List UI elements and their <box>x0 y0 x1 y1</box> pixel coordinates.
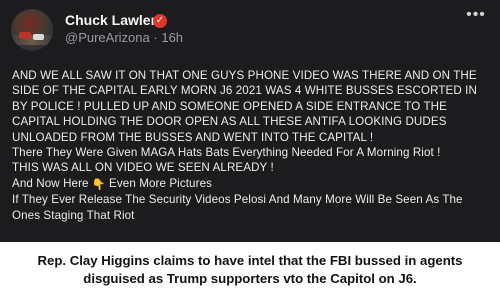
social-post-card: Chuck Lawler ✓ @PureArizona · 16h ••• AN… <box>0 0 500 242</box>
verified-badge-icon: ✓ <box>153 14 167 28</box>
post-body-line-with-emoji: And Now Here 👇 Even More Pictures <box>12 176 496 192</box>
post-body-line: CAPITAL HOLDING THE DOOR OPEN AS ALL THE… <box>12 115 447 129</box>
author-avatar[interactable] <box>11 9 53 51</box>
post-body-line: UNLOADED FROM THE BUSSES AND WENT INTO T… <box>12 130 374 144</box>
post-body: AND WE ALL SAW IT ON THAT ONE GUYS PHONE… <box>12 68 496 223</box>
caption-line: disguised as Trump supporters vto the Ca… <box>83 271 417 286</box>
post-timestamp[interactable]: 16h <box>161 30 183 45</box>
image-caption: Rep. Clay Higgins claims to have intel t… <box>0 252 500 288</box>
even-more-text: Even More Pictures <box>109 176 213 190</box>
post-body-line: BY POLICE ! PULLED UP AND SOMEONE OPENED… <box>12 99 447 113</box>
post-body-line: THIS WAS ALL ON VIDEO WE SEEN ALREADY ! <box>12 161 274 175</box>
pointing-down-icon: 👇 <box>91 178 106 191</box>
avatar-red-car <box>19 32 31 39</box>
post-body-line: If They Ever Release The Security Videos… <box>12 193 463 207</box>
meta-separator: · <box>153 30 158 45</box>
author-meta: @PureArizona · 16h <box>65 30 183 46</box>
author-name[interactable]: Chuck Lawler <box>65 12 156 29</box>
avatar-white-car <box>33 34 44 40</box>
post-body-line: Ones Staging That Riot <box>12 208 135 222</box>
post-body-line: AND WE ALL SAW IT ON THAT ONE GUYS PHONE… <box>12 69 477 82</box>
more-options-icon[interactable]: ••• <box>465 7 487 23</box>
and-now-text: And Now Here <box>12 176 89 190</box>
avatar-road <box>11 35 53 45</box>
post-body-line: There They Were Given MAGA Hats Bats Eve… <box>12 146 441 160</box>
caption-line: Rep. Clay Higgins claims to have intel t… <box>37 253 463 268</box>
post-body-line: SIDE OF THE CAPITAL EARLY MORN J6 2021 W… <box>12 84 477 98</box>
author-handle[interactable]: @PureArizona <box>65 30 150 45</box>
